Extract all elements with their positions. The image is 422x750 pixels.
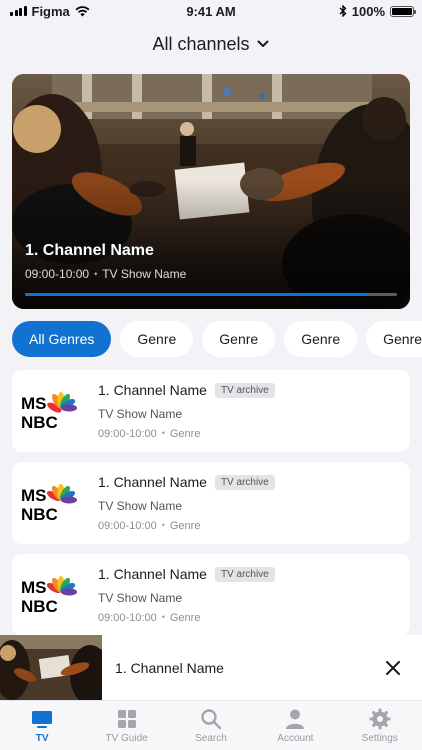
show-genre: Genre — [169, 428, 201, 440]
genre-chip[interactable]: Genre — [284, 321, 358, 357]
show-genre: Genre — [169, 520, 201, 532]
tab-bar: TV TV Guide Search Account Settings — [0, 700, 422, 750]
mini-player[interactable]: 1. Channel Name — [0, 635, 422, 700]
channel-logo: MS NBC — [21, 484, 77, 524]
bluetooth-icon — [339, 5, 347, 17]
tab-settings[interactable]: Settings — [338, 708, 422, 744]
grid-icon — [117, 709, 136, 728]
hero-progress-bar — [25, 293, 397, 296]
signal-icon — [10, 6, 27, 16]
genre-chip[interactable]: Genre — [202, 321, 276, 357]
channel-logo: MS NBC — [21, 392, 77, 432]
genre-filter: All Genres Genre Genre Genre Genre — [12, 321, 422, 357]
search-icon — [201, 708, 222, 729]
hero-show: TV Show Name — [102, 267, 187, 281]
peacock-icon — [46, 576, 77, 596]
channel-selector[interactable]: All channels — [0, 28, 422, 60]
tab-search-label: Search — [195, 732, 227, 744]
show-genre: Genre — [169, 612, 201, 624]
channel-name: 1. Channel Name — [98, 474, 207, 490]
show-time: 09:00-10:00 — [98, 520, 157, 532]
svg-text:NBC: NBC — [21, 505, 58, 524]
show-time: 09:00-10:00 — [98, 612, 157, 624]
tv-icon — [32, 710, 53, 728]
show-meta: 09:00-10:00 • Genre — [98, 612, 201, 624]
show-meta: 09:00-10:00 • Genre — [98, 428, 201, 440]
show-meta: 09:00-10:00 • Genre — [98, 520, 201, 532]
tab-settings-label: Settings — [361, 732, 398, 744]
channel-logo: MS NBC — [21, 576, 77, 616]
tab-tv-label: TV — [35, 732, 49, 744]
tab-tv[interactable]: TV — [0, 708, 84, 744]
archive-badge: TV archive — [214, 382, 275, 398]
channel-card[interactable]: MS NBC 1. Channel Name TV archive TV Sho… — [12, 462, 410, 544]
battery-icon — [390, 5, 416, 17]
genre-chip[interactable]: Genre — [366, 321, 422, 357]
show-time: 09:00-10:00 — [98, 428, 157, 440]
peacock-icon — [46, 484, 77, 504]
peacock-icon — [47, 392, 77, 413]
hero-progress-fill — [25, 293, 368, 296]
tab-tv-guide-label: TV Guide — [105, 732, 148, 744]
tab-tv-guide[interactable]: TV Guide — [85, 708, 169, 744]
archive-badge: TV archive — [214, 566, 275, 582]
mini-player-thumbnail — [0, 635, 102, 700]
wifi-icon — [75, 5, 90, 16]
close-icon — [386, 660, 400, 675]
hero-program-info: 09:00-10:00 • TV Show Name — [25, 267, 187, 281]
hero-time: 09:00-10:00 — [25, 267, 90, 281]
archive-badge: TV archive — [214, 474, 275, 490]
carrier-label: Figma — [31, 3, 70, 19]
person-icon — [286, 709, 305, 729]
svg-text:NBC: NBC — [21, 413, 58, 432]
show-name: TV Show Name — [98, 499, 183, 513]
svg-text:MS: MS — [21, 394, 47, 413]
page-title: All channels — [152, 33, 250, 54]
hero-channel-name: 1. Channel Name — [25, 242, 154, 259]
close-button[interactable] — [373, 648, 413, 688]
channel-list: MS NBC 1. Channel Name TV archive TV Sho… — [12, 370, 410, 646]
channel-name: 1. Channel Name — [98, 382, 207, 398]
svg-text:MS: MS — [21, 578, 47, 597]
featured-channel-card[interactable]: 1. Channel Name 09:00-10:00 • TV Show Na… — [12, 74, 410, 309]
channel-name: 1. Channel Name — [98, 566, 207, 582]
show-name: TV Show Name — [98, 591, 183, 605]
mini-player-title: 1. Channel Name — [115, 659, 224, 676]
svg-text:MS: MS — [21, 486, 47, 505]
genre-chip[interactable]: Genre — [120, 321, 194, 357]
genre-chip-all[interactable]: All Genres — [12, 321, 112, 357]
status-bar: Figma 9:41 AM 100% — [0, 0, 422, 22]
chevron-down-icon — [257, 40, 269, 47]
channel-card[interactable]: MS NBC 1. Channel Name TV archive TV Sho… — [12, 370, 410, 452]
show-name: TV Show Name — [98, 407, 183, 421]
svg-text:NBC: NBC — [21, 597, 58, 616]
channel-card[interactable]: MS NBC 1. Channel Name TV archive TV Sho… — [12, 554, 410, 636]
tab-search[interactable]: Search — [169, 708, 253, 744]
tab-account-label: Account — [277, 732, 314, 744]
battery-label: 100% — [351, 3, 385, 19]
gear-icon — [369, 708, 391, 729]
tab-account[interactable]: Account — [253, 708, 337, 744]
